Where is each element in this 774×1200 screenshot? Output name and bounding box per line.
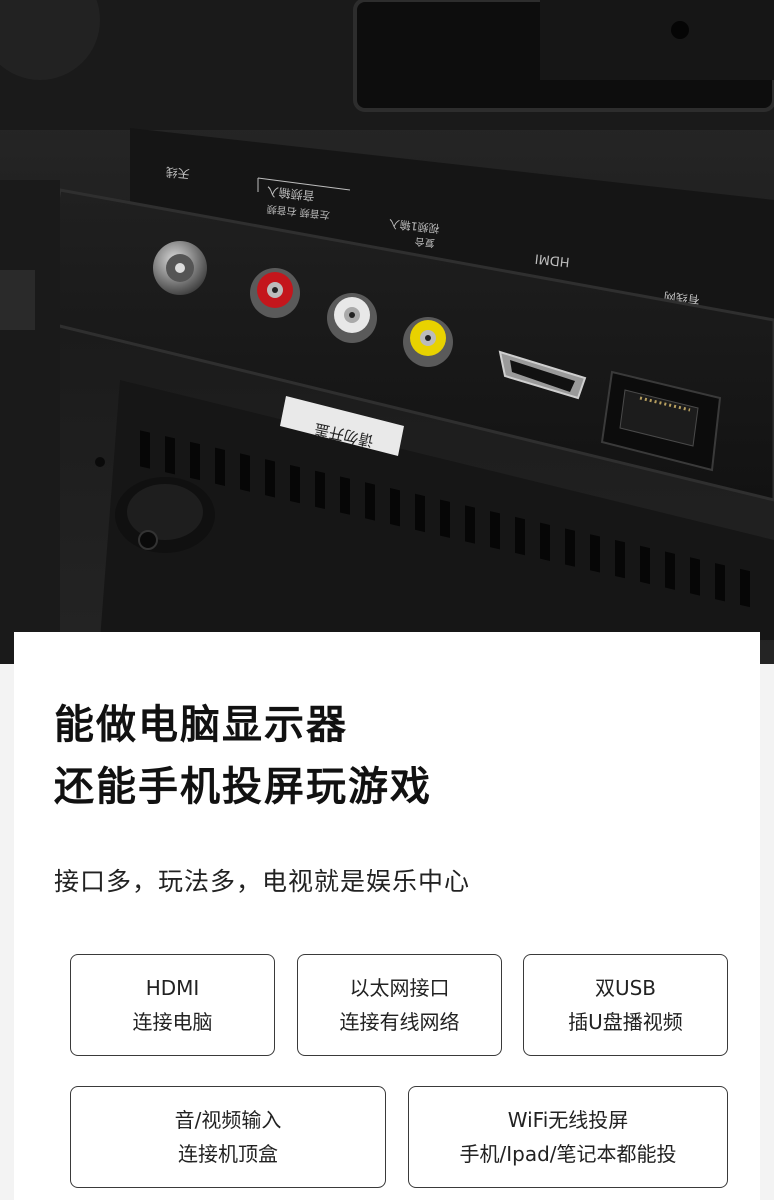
audio-right-white-port bbox=[327, 293, 377, 343]
feature-hdmi: HDMI 连接电脑 bbox=[70, 954, 275, 1056]
audio-left-red-port bbox=[250, 268, 300, 318]
feature-title: 双USB bbox=[594, 976, 657, 1000]
feature-desc: 手机/Ipad/笔记本都能投 bbox=[459, 1142, 677, 1166]
feature-title: WiFi无线投屏 bbox=[507, 1108, 629, 1132]
video-yellow-port bbox=[403, 317, 453, 367]
power-knob-icon bbox=[115, 477, 215, 553]
feature-desc: 连接电脑 bbox=[132, 1010, 213, 1034]
headline: 能做电脑显示器 还能手机投屏玩游戏 bbox=[54, 694, 432, 818]
subtitle: 接口多，玩法多，电视就是娱乐中心 bbox=[54, 867, 471, 896]
tv-back-panel-photo: 天线 音频输入 左音频 右音频 视频1输入 复合 HDMI 有线网 请勿开盖 bbox=[0, 0, 774, 664]
feature-desc: 连接有线网络 bbox=[339, 1010, 460, 1034]
antenna-port bbox=[153, 241, 207, 295]
feature-title: HDMI bbox=[145, 976, 200, 1000]
headline-line-2: 还能手机投屏玩游戏 bbox=[54, 764, 432, 810]
feature-usb: 双USB 插U盘播视频 bbox=[523, 954, 728, 1056]
feature-title: 音/视频输入 bbox=[174, 1108, 282, 1132]
screw-hole-icon bbox=[671, 21, 689, 39]
headline-line-1: 能做电脑显示器 bbox=[54, 702, 348, 748]
feature-title: 以太网接口 bbox=[349, 976, 450, 1000]
feature-desc: 连接机顶盒 bbox=[178, 1142, 278, 1166]
antenna-label: 天线 bbox=[165, 165, 190, 181]
feature-desc: 插U盘播视频 bbox=[568, 1010, 683, 1034]
feature-ethernet: 以太网接口 连接有线网络 bbox=[297, 954, 502, 1056]
feature-card: 能做电脑显示器 还能手机投屏玩游戏 接口多，玩法多，电视就是娱乐中心 HDMI … bbox=[14, 632, 760, 1200]
feature-wifi-cast: WiFi无线投屏 手机/Ipad/笔记本都能投 bbox=[408, 1086, 728, 1188]
feature-av-input: 音/视频输入 连接机顶盒 bbox=[70, 1086, 386, 1188]
